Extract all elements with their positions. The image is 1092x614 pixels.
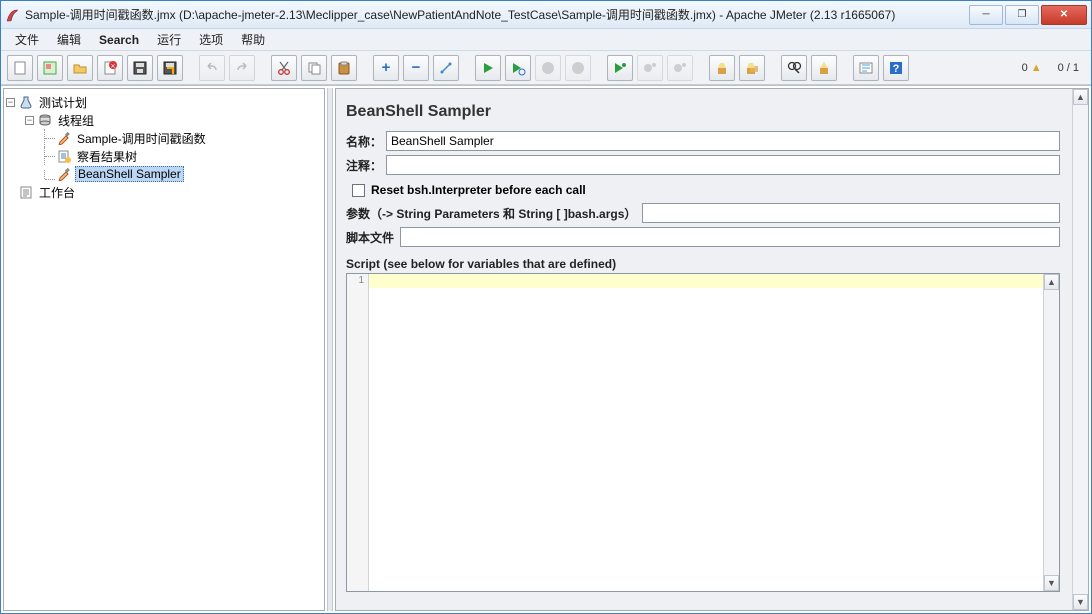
tree-node-testplan[interactable]: − 测试计划	[6, 93, 322, 111]
save-button[interactable]	[127, 55, 153, 81]
tree-node-workbench[interactable]: 工作台	[6, 183, 322, 201]
close-button[interactable]: ✕	[1041, 5, 1087, 25]
cut-button[interactable]	[271, 55, 297, 81]
params-input[interactable]	[642, 203, 1060, 223]
scroll-down-icon[interactable]: ▼	[1073, 594, 1088, 610]
paper-icon	[56, 148, 72, 164]
expand-button[interactable]: +	[373, 55, 399, 81]
maximize-button[interactable]: ❐	[1005, 5, 1039, 25]
templates-button[interactable]	[37, 55, 63, 81]
window-title: Sample-调用时间戳函数.jmx (D:\apache-jmeter-2.1…	[25, 6, 967, 23]
editor-panel: ▲ ▼ BeanShell Sampler 名称： 注释： Reset bsh.…	[335, 88, 1089, 611]
checkbox-icon[interactable]	[352, 184, 365, 197]
window-controls: ─ ❐ ✕	[967, 5, 1087, 25]
thread-status: 0 / 1	[1058, 62, 1079, 74]
warning-icon: ▲	[1031, 62, 1042, 74]
code-scrollbar[interactable]: ▲ ▼	[1043, 274, 1059, 591]
reset-label: Reset bsh.Interpreter before each call	[371, 183, 586, 197]
stop-button[interactable]	[535, 55, 561, 81]
menu-help[interactable]: 帮助	[233, 29, 273, 50]
tree-node-beanshell[interactable]: BeanShell Sampler	[6, 165, 322, 183]
menu-bar: 文件 编辑 Search 运行 选项 帮助	[1, 29, 1091, 51]
line-gutter: 1	[347, 274, 369, 591]
clipboard-icon	[18, 184, 34, 200]
name-label: 名称：	[346, 133, 386, 150]
svg-text:?: ?	[893, 63, 900, 75]
scriptfile-input[interactable]	[400, 227, 1060, 247]
script-label: Script (see below for variables that are…	[346, 257, 1060, 271]
toggle-button[interactable]	[433, 55, 459, 81]
main-body: − 测试计划 − 线程组 Sample-调用时间戳函数 察看结果树	[1, 85, 1091, 613]
scroll-up-icon[interactable]: ▲	[1073, 89, 1088, 105]
menu-file[interactable]: 文件	[7, 29, 47, 50]
app-window: Sample-调用时间戳函数.jmx (D:\apache-jmeter-2.1…	[0, 0, 1092, 614]
remote-shutdown-button[interactable]	[667, 55, 693, 81]
scriptfile-label: 脚本文件	[346, 229, 394, 246]
beaker-icon	[18, 94, 34, 110]
clear-all-button[interactable]	[739, 55, 765, 81]
open-button[interactable]	[67, 55, 93, 81]
warn-status: 0▲	[1022, 62, 1042, 74]
jmeter-app-icon	[5, 7, 21, 23]
tree-collapse-icon[interactable]: −	[6, 98, 15, 107]
tree-node-threadgroup[interactable]: − 线程组	[6, 111, 322, 129]
tree-collapse-icon[interactable]: −	[25, 116, 34, 125]
scroll-down-icon[interactable]: ▼	[1044, 575, 1059, 591]
split-handle[interactable]	[327, 88, 333, 611]
collapse-button[interactable]: −	[403, 55, 429, 81]
minimize-button[interactable]: ─	[969, 5, 1003, 25]
scroll-up-icon[interactable]: ▲	[1044, 274, 1059, 290]
help-button[interactable]: ?	[883, 55, 909, 81]
remote-stop-button[interactable]	[637, 55, 663, 81]
copy-button[interactable]	[301, 55, 327, 81]
function-helper-button[interactable]	[853, 55, 879, 81]
menu-run[interactable]: 运行	[149, 29, 189, 50]
dropper-icon	[56, 130, 72, 146]
comment-input[interactable]	[386, 155, 1060, 175]
dropper-icon	[56, 166, 72, 182]
menu-options[interactable]: 选项	[191, 29, 231, 50]
remote-start-button[interactable]	[607, 55, 633, 81]
spool-icon	[37, 112, 53, 128]
saveas-button[interactable]	[157, 55, 183, 81]
menu-search[interactable]: Search	[91, 31, 147, 49]
params-label: 参数（-> String Parameters 和 String [ ]bash…	[346, 205, 636, 222]
toolbar: ✕ + − ? 0▲ 0 / 1	[1, 51, 1091, 85]
clear-button[interactable]	[709, 55, 735, 81]
search-tree-button[interactable]	[781, 55, 807, 81]
reset-interpreter-row[interactable]: Reset bsh.Interpreter before each call	[352, 183, 1060, 197]
reset-search-button[interactable]	[811, 55, 837, 81]
window-titlebar[interactable]: Sample-调用时间戳函数.jmx (D:\apache-jmeter-2.1…	[1, 1, 1091, 29]
redo-button[interactable]	[229, 55, 255, 81]
undo-button[interactable]	[199, 55, 225, 81]
menu-edit[interactable]: 编辑	[49, 29, 89, 50]
panel-scrollbar[interactable]: ▲ ▼	[1072, 89, 1088, 610]
name-input[interactable]	[386, 131, 1060, 151]
editor-title: BeanShell Sampler	[346, 97, 1060, 131]
tree-node-viewtree[interactable]: 察看结果树	[6, 147, 322, 165]
svg-text:✕: ✕	[110, 64, 115, 70]
start-no-timers-button[interactable]	[505, 55, 531, 81]
new-button[interactable]	[7, 55, 33, 81]
shutdown-button[interactable]	[565, 55, 591, 81]
paste-button[interactable]	[331, 55, 357, 81]
comment-label: 注释：	[346, 157, 386, 174]
test-plan-tree[interactable]: − 测试计划 − 线程组 Sample-调用时间戳函数 察看结果树	[3, 88, 325, 611]
script-editor[interactable]: 1 ▲ ▼	[346, 273, 1060, 592]
code-area[interactable]	[369, 274, 1043, 591]
close-file-button[interactable]: ✕	[97, 55, 123, 81]
start-button[interactable]	[475, 55, 501, 81]
tree-node-sampler1[interactable]: Sample-调用时间戳函数	[6, 129, 322, 147]
